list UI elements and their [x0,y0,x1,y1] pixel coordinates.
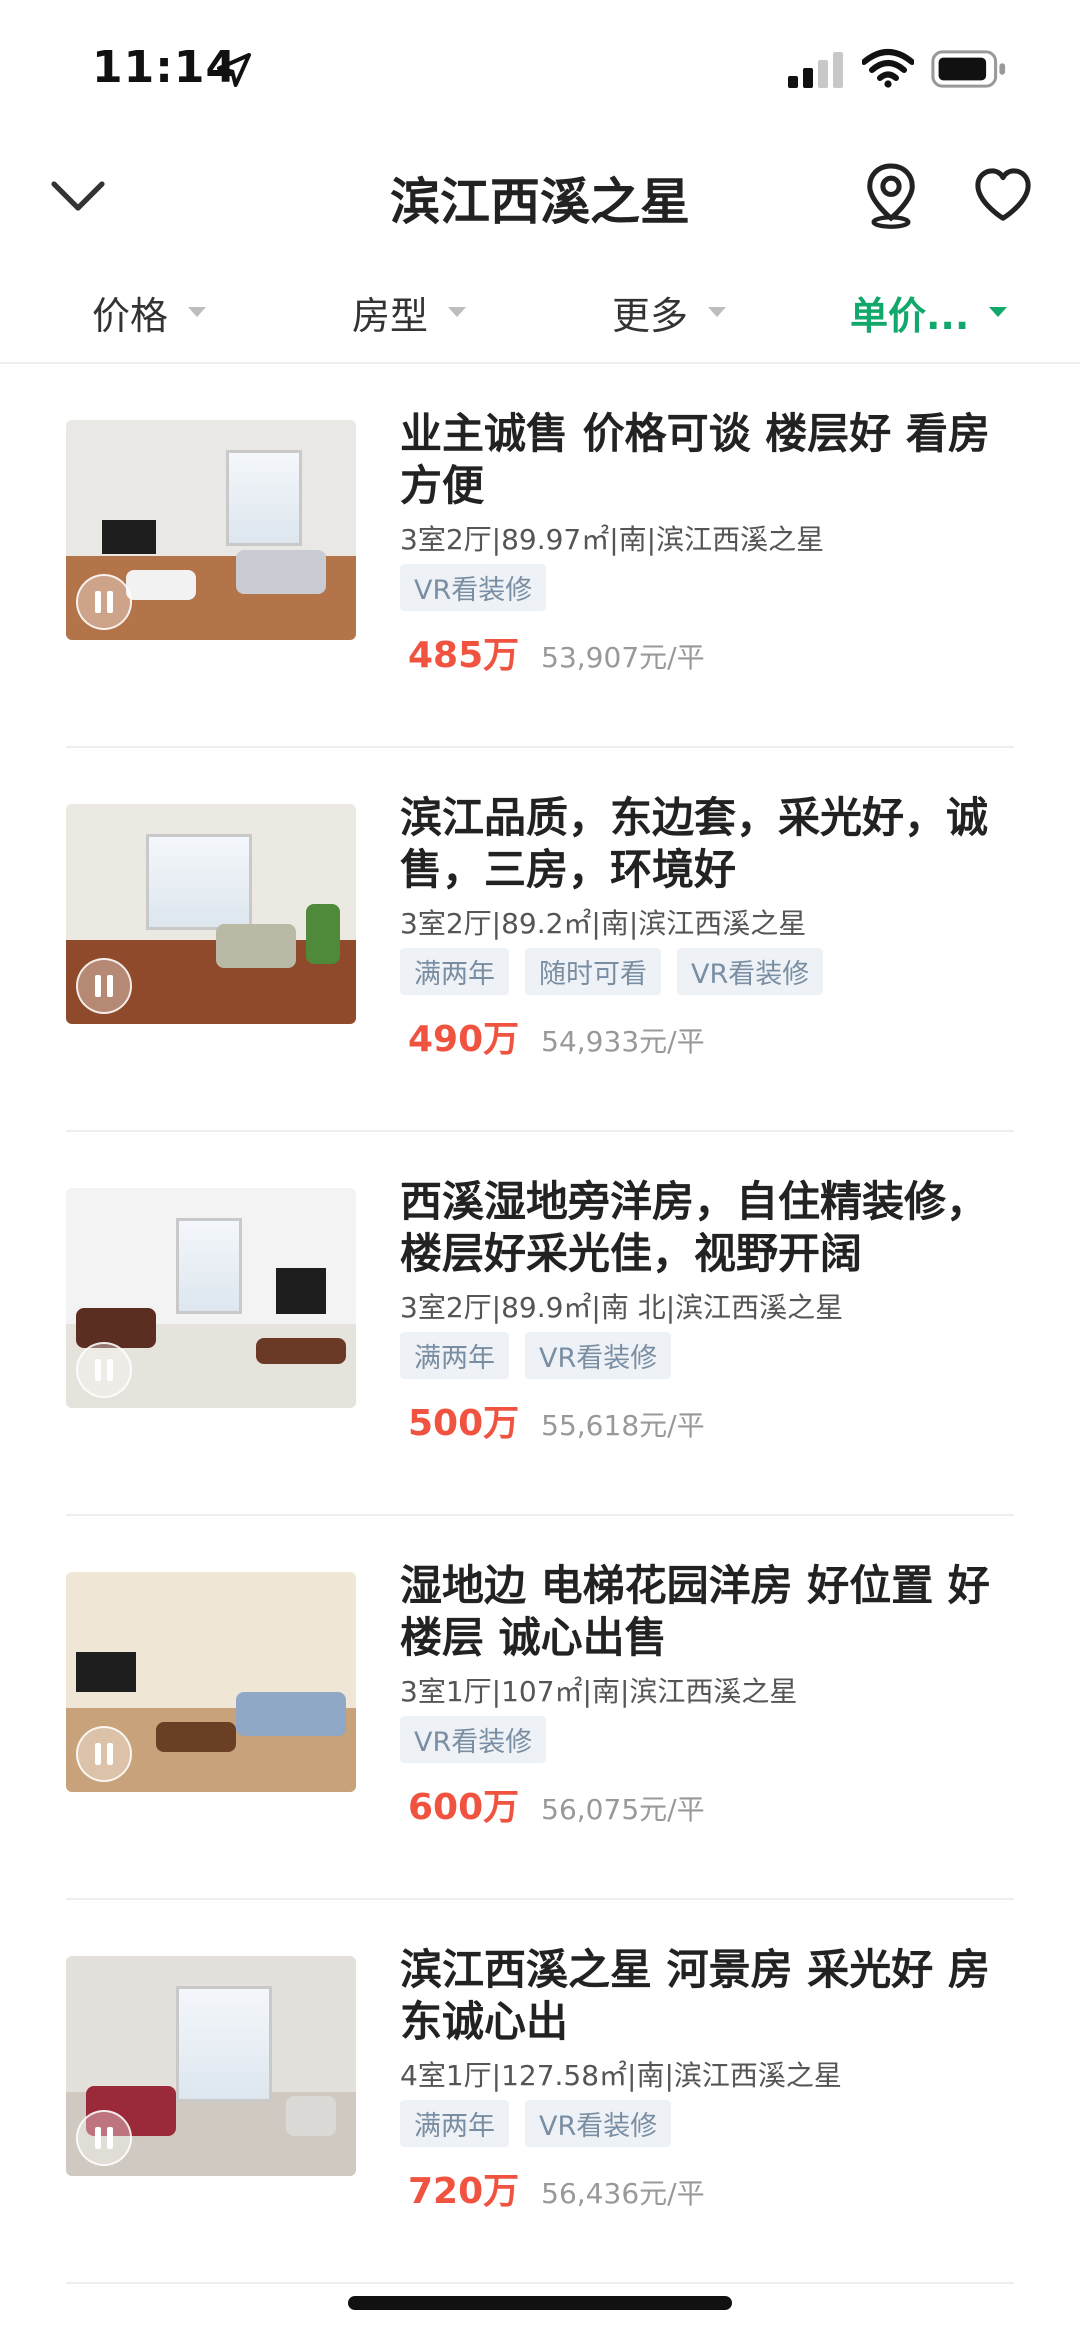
total-price: 720万 [408,2171,520,2212]
vr-play-icon [76,958,132,1014]
listing-tag: 满两年 [400,1332,509,1379]
listing-tag: VR看装修 [400,1716,547,1763]
unit-price: 55,618元/平 [541,1409,705,1442]
location-arrow-icon [217,53,251,87]
nav-bar: 滨江西溪之星 [0,140,1080,250]
filter-label: 房型 [352,293,429,338]
listing-item[interactable]: 业主诚售 价格可谈 楼层好 看房方便 3室2厅|89.97㎡|南|滨江西溪之星 … [66,364,1014,748]
listing-tags: VR看装修 [400,564,562,611]
heart-icon[interactable] [972,166,1034,224]
listing-title: 滨江品质，东边套，采光好，诚售，三房，环境好 [400,793,989,894]
listing-photo[interactable] [66,1572,356,1792]
listing-title: 湿地边 电梯花园洋房 好位置 好楼层 诚心出售 [400,1561,990,1662]
listing-title: 西溪湿地旁洋房，自住精装修，楼层好采光佳，视野开阔 [400,1177,989,1278]
listing-tag: 满两年 [400,2100,509,2147]
listing-tag: 随时可看 [525,948,661,995]
caret-down-icon [708,307,727,317]
divider [66,2282,1014,2284]
filter-layout[interactable]: 房型 [352,282,467,342]
total-price: 600万 [408,1787,520,1828]
listing-photo[interactable] [66,804,356,1024]
price-row: 500万 55,618元/平 [408,1394,705,1446]
listing-title: 业主诚售 价格可谈 楼层好 看房方便 [400,409,990,510]
listing-title: 滨江西溪之星 河景房 采光好 房东诚心出 [400,1945,990,2046]
listing-tags: 满两年 VR看装修 [400,2100,687,2147]
listing-tags: VR看装修 [400,1716,562,1763]
listing-item[interactable]: 滨江西溪之星 河景房 采光好 房东诚心出 4室1厅|127.58㎡|南|滨江西溪… [66,1900,1014,2284]
vr-play-icon [76,1342,132,1398]
listing-spec: 3室1厅|107㎡|南|滨江西溪之星 [400,1675,798,1708]
listing-tag: VR看装修 [677,948,824,995]
home-indicator[interactable] [348,2296,732,2310]
caret-down-icon [188,307,207,317]
unit-price: 53,907元/平 [541,641,705,674]
listing-spec: 3室2厅|89.97㎡|南|滨江西溪之星 [400,523,825,556]
filter-price[interactable]: 价格 [92,282,207,342]
listing-spec: 3室2厅|89.9㎡|南 北|滨江西溪之星 [400,1291,844,1324]
total-price: 500万 [408,1403,520,1444]
total-price: 485万 [408,635,520,676]
price-row: 600万 56,075元/平 [408,1778,705,1830]
listing-spec: 4室1厅|127.58㎡|南|滨江西溪之星 [400,2059,842,2092]
listing-tag: 满两年 [400,948,509,995]
price-row: 490万 54,933元/平 [408,1010,705,1062]
vr-play-icon [76,2110,132,2166]
listing-item[interactable]: 湿地边 电梯花园洋房 好位置 好楼层 诚心出售 3室1厅|107㎡|南|滨江西溪… [66,1516,1014,1900]
status-bar: 11:14 [0,0,1080,140]
caret-down-icon [448,307,467,317]
listing-tags: 满两年 随时可看 VR看装修 [400,948,839,995]
cellular-signal-icon [788,52,843,88]
map-pin-icon[interactable] [862,160,920,230]
listing-spec: 3室2厅|89.2㎡|南|滨江西溪之星 [400,907,807,940]
vr-play-icon [76,574,132,630]
total-price: 490万 [408,1019,520,1060]
battery-icon [931,50,1006,88]
listing-tag: VR看装修 [525,2100,672,2147]
listing-photo[interactable] [66,1956,356,2176]
filter-label: 价格 [92,293,169,338]
wifi-icon [862,49,914,88]
vr-play-icon [76,1726,132,1782]
filter-unit-price[interactable]: 单价... [850,282,1008,342]
unit-price: 56,436元/平 [541,2177,705,2210]
filter-label: 单价... [850,293,970,338]
price-row: 720万 56,436元/平 [408,2162,705,2214]
listing-photo[interactable] [66,1188,356,1408]
unit-price: 54,933元/平 [541,1025,705,1058]
listing-tags: 满两年 VR看装修 [400,1332,687,1379]
price-row: 485万 53,907元/平 [408,626,705,678]
filter-bar: 价格 房型 更多 单价... [0,270,1080,364]
unit-price: 56,075元/平 [541,1793,705,1826]
filter-more[interactable]: 更多 [612,282,727,342]
listing-item[interactable]: 西溪湿地旁洋房，自住精装修，楼层好采光佳，视野开阔 3室2厅|89.9㎡|南 北… [66,1132,1014,1516]
filter-label: 更多 [612,293,689,338]
listing-photo[interactable] [66,420,356,640]
listing-item[interactable]: 滨江品质，东边套，采光好，诚售，三房，环境好 3室2厅|89.2㎡|南|滨江西溪… [66,748,1014,1132]
caret-down-icon [989,307,1008,317]
listing-tag: VR看装修 [400,564,547,611]
listing-tag: VR看装修 [525,1332,672,1379]
